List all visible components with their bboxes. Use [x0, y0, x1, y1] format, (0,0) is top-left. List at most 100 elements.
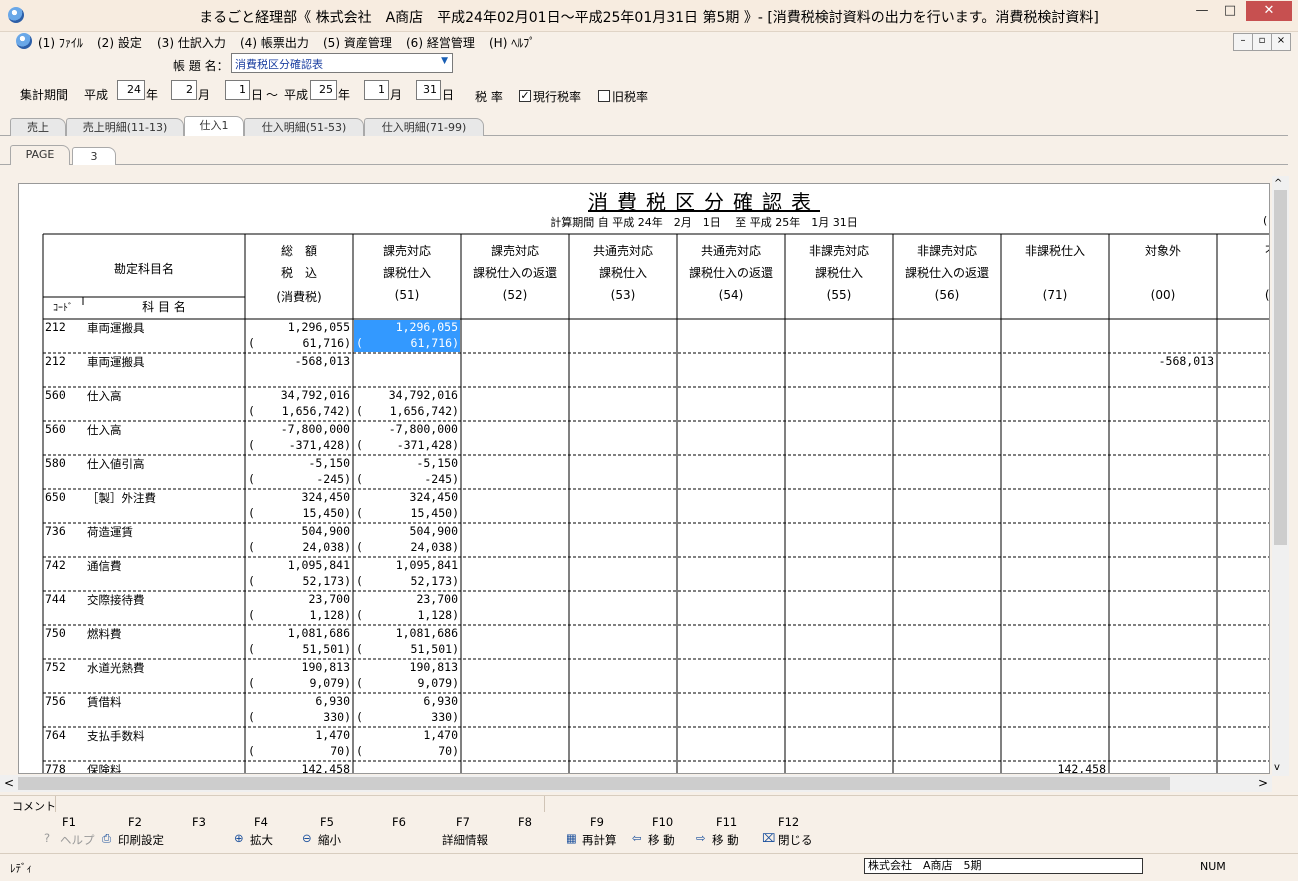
printer-icon[interactable]: ⎙	[102, 831, 111, 846]
header-col-code: (51)	[394, 288, 420, 302]
tax-open-paren: (	[356, 540, 363, 554]
tab-purchase-detail-71-99[interactable]: 仕入明細(71-99)	[364, 118, 484, 136]
fkey-f12[interactable]: F12	[778, 815, 799, 829]
fkey-f10[interactable]: F10	[652, 815, 673, 829]
maximize-button[interactable]: □	[1216, 1, 1244, 21]
tax-amount-cell: 1,656,742)	[389, 404, 459, 418]
menu-journal-entry[interactable]: (3) 仕訳入力	[157, 34, 226, 51]
vertical-scroll-thumb[interactable]	[1274, 190, 1287, 545]
fkey-label-f4[interactable]: 拡大	[250, 832, 273, 848]
from-year-input[interactable]: 24	[117, 80, 145, 100]
arrow-left-icon[interactable]: ⇦	[632, 831, 642, 845]
fkey-f2[interactable]: F2	[128, 815, 142, 829]
tax-rate-label: 税 率	[475, 90, 503, 104]
header-col-line2: 課税仕入の返還	[472, 266, 557, 280]
current-rate-checkbox[interactable]: ✓	[519, 90, 531, 102]
menu-help[interactable]: (H) ﾍﾙﾌﾟ	[489, 34, 535, 51]
tax-amount-cell: 1,656,742)	[281, 404, 351, 418]
row-account-name: 保険料	[87, 763, 122, 774]
tab-purchase-detail-51-53[interactable]: 仕入明細(51-53)	[244, 118, 364, 136]
from-month-input[interactable]: 2	[171, 80, 197, 100]
fkey-label-f7[interactable]: 詳細情報	[442, 832, 488, 848]
document-icon[interactable]	[16, 33, 32, 49]
to-day-input[interactable]: 31	[416, 80, 441, 100]
fkey-f3[interactable]: F3	[192, 815, 206, 829]
amount-cell: -7,800,000	[388, 422, 458, 436]
fkey-label-f9[interactable]: 再計算	[582, 832, 617, 848]
header-col-code: (9	[1264, 288, 1270, 302]
folder-close-icon[interactable]: ⌧	[762, 831, 775, 845]
menu-management[interactable]: (6) 経営管理	[406, 34, 475, 51]
tax-amount-cell: 1,128)	[309, 608, 351, 622]
to-year-input[interactable]: 25	[310, 80, 337, 100]
to-month-input[interactable]: 1	[364, 80, 389, 100]
comment-field[interactable]	[55, 796, 545, 812]
menu-reports[interactable]: (4) 帳票出力	[240, 34, 309, 51]
tab-purchases-1[interactable]: 仕入1	[184, 116, 244, 136]
fkey-f5[interactable]: F5	[320, 815, 334, 829]
scroll-left-icon[interactable]: <	[4, 776, 14, 790]
calculator-icon[interactable]: ▦	[566, 831, 577, 845]
from-day-input[interactable]: 1	[225, 80, 250, 100]
tab-sales[interactable]: 売上	[10, 118, 66, 136]
row-account-name: 仕入高	[87, 389, 122, 403]
report-sheet[interactable]: 消費税区分確認表 計算期間 自 平成 24年 2月 1日 至 平成 25年 1月…	[18, 183, 1270, 774]
menu-bar: (1) ﾌｧｲﾙ (2) 設定 (3) 仕訳入力 (4) 帳票出力 (5) 資産…	[0, 32, 1298, 52]
header-col-line1: 非課売対応	[916, 244, 977, 258]
header-col-line1: 非課税仕入	[1024, 244, 1085, 258]
fkey-f9[interactable]: F9	[590, 815, 604, 829]
fkey-label-f12[interactable]: 閉じる	[778, 832, 813, 848]
zoom-out-icon[interactable]: ⊖	[302, 831, 312, 845]
report-select[interactable]: 消費税区分確認表 ▼	[231, 53, 453, 73]
header-col-line2: 課税仕入の返還	[688, 266, 773, 280]
page-number-tab[interactable]: 3	[72, 147, 116, 165]
fkey-f6[interactable]: F6	[392, 815, 406, 829]
fkey-label-f1[interactable]: ヘルプ	[60, 832, 95, 848]
scroll-right-icon[interactable]: >	[1258, 776, 1268, 790]
fkey-label-f11[interactable]: 移 動	[712, 832, 739, 848]
row-code: 560	[45, 388, 66, 402]
fkey-f7[interactable]: F7	[456, 815, 470, 829]
old-rate-checkbox[interactable]	[598, 90, 610, 102]
arrow-right-icon[interactable]: ⇨	[696, 831, 706, 845]
tax-amount-cell: 15,450)	[410, 506, 459, 520]
tax-open-paren: (	[248, 608, 255, 622]
menu-file[interactable]: (1) ﾌｧｲﾙ	[38, 34, 83, 51]
fkey-f8[interactable]: F8	[518, 815, 532, 829]
fkey-f11[interactable]: F11	[716, 815, 737, 829]
row-account-name: 荷造運賃	[87, 525, 133, 539]
mdi-restore-button[interactable]: ▫	[1252, 33, 1272, 51]
range-separator: ～	[266, 88, 279, 102]
tab-sales-detail[interactable]: 売上明細(11-13)	[66, 118, 184, 136]
scroll-up-icon[interactable]: ^	[1274, 178, 1282, 189]
amount-cell: -568,013	[294, 354, 350, 368]
tax-open-paren: (	[248, 336, 255, 350]
fkey-label-f5[interactable]: 縮小	[318, 832, 341, 848]
minimize-button[interactable]: —	[1188, 1, 1216, 21]
mdi-close-button[interactable]: ×	[1271, 33, 1291, 51]
tax-amount-cell: 1,128)	[417, 608, 459, 622]
tax-open-paren: (	[248, 710, 255, 724]
scroll-down-icon[interactable]: v	[1274, 762, 1280, 773]
horizontal-scroll-thumb[interactable]	[18, 777, 1170, 790]
menu-settings[interactable]: (2) 設定	[97, 34, 142, 51]
fkey-label-f2[interactable]: 印刷設定	[118, 832, 164, 848]
row-account-name: 燃料費	[87, 627, 122, 641]
fkey-f1[interactable]: F1	[62, 815, 76, 829]
fkey-f4[interactable]: F4	[254, 815, 268, 829]
tax-open-paren: (	[356, 744, 363, 758]
header-col-line1: 課売対応	[490, 244, 539, 258]
current-rate-label: 現行税率	[533, 90, 582, 104]
row-account-name: ［製］外注費	[87, 491, 156, 505]
close-button[interactable]: ✕	[1246, 1, 1292, 21]
mdi-minimize-button[interactable]: –	[1233, 33, 1253, 51]
row-code: 212	[45, 354, 66, 368]
help-icon[interactable]: ?	[44, 831, 50, 845]
zoom-in-icon[interactable]: ⊕	[234, 831, 244, 845]
row-code: 742	[45, 558, 66, 572]
chevron-down-icon[interactable]: ▼	[441, 56, 448, 66]
menu-assets[interactable]: (5) 資産管理	[323, 34, 392, 51]
tax-amount-cell: 15,450)	[302, 506, 351, 520]
fkey-label-f10[interactable]: 移 動	[648, 832, 675, 848]
header-col-line2: 課税仕入	[598, 266, 647, 280]
